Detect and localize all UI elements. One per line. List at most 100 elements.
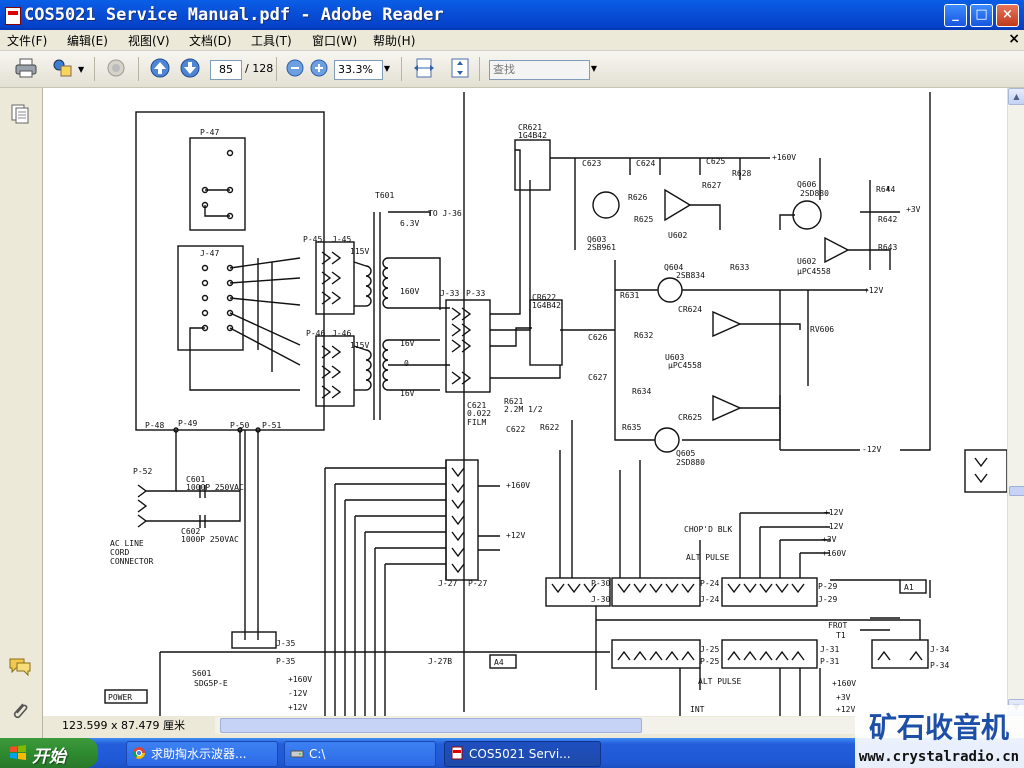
label-frot: FROT	[828, 621, 847, 630]
label-bus-minus12: -12V	[824, 522, 843, 531]
print-icon[interactable]	[14, 57, 38, 79]
fit-page-icon[interactable]	[448, 57, 472, 79]
previous-page-icon[interactable]	[148, 57, 172, 79]
label-j31: J-31	[820, 645, 839, 654]
taskbar-item-label: 求助掏水示波器...	[151, 747, 247, 761]
label-p46: P-46	[306, 329, 325, 338]
label-j35: J-35	[276, 639, 295, 648]
label-j47: J-47	[200, 249, 219, 258]
label-j35-minus12: -12V	[288, 689, 307, 698]
maximize-button[interactable]: □	[970, 4, 993, 27]
taskbar-item-adobe-reader[interactable]: COS5021 Servi...	[444, 741, 601, 767]
comments-icon[interactable]	[8, 656, 32, 678]
menu-window[interactable]: 窗口(W)	[312, 32, 357, 49]
label-to-j36: TO J-36	[428, 209, 462, 218]
label-chopd: CHOP'D BLK	[684, 525, 732, 534]
label-160-bus: +160V	[506, 481, 530, 490]
label-p51: P-51	[262, 421, 281, 430]
menu-document[interactable]: 文档(D)	[189, 32, 232, 49]
label-r643: R643	[878, 243, 897, 252]
label-r635: R635	[622, 423, 641, 432]
toolbar-separator	[401, 57, 402, 81]
label-ac-line: AC LINE	[110, 539, 144, 548]
title-bar[interactable]: COS5021 Service Manual.pdf - Adobe Reade…	[0, 0, 1024, 30]
menu-tools[interactable]: 工具(T)	[251, 32, 292, 49]
label-out-plus12: +12V	[836, 705, 855, 714]
document-viewport[interactable]: P-47 J-47 T601 TO J-36 6.3V P-45 J-45 P-…	[43, 88, 1007, 716]
sign-icon[interactable]	[104, 57, 128, 79]
label-q606-value: 2SD880	[800, 189, 829, 198]
page-number-input[interactable]: 85	[210, 60, 242, 80]
page-total: / 128	[245, 62, 274, 75]
label-p49: P-49	[178, 419, 197, 428]
menu-edit[interactable]: 编辑(E)	[67, 32, 108, 49]
find-input[interactable]: 查找	[489, 60, 590, 80]
menu-help[interactable]: 帮助(H)	[373, 32, 415, 49]
horizontal-scroll-thumb[interactable]	[220, 718, 642, 733]
label-p31: P-31	[820, 657, 839, 666]
minimize-button[interactable]: _	[944, 4, 967, 27]
chrome-icon	[132, 747, 145, 759]
attachment-icon[interactable]	[10, 700, 30, 722]
label-p50: P-50	[230, 421, 249, 430]
zoom-dropdown-icon[interactable]: ▼	[382, 60, 392, 78]
crystalradio-watermark-logo: 矿石收音机 www.crystalradio.cn	[855, 705, 1024, 768]
label-out-plus3: +3V	[836, 693, 851, 702]
zoom-out-icon[interactable]	[284, 57, 308, 79]
vertical-scrollbar[interactable]: ▲ ▼	[1007, 88, 1024, 716]
label-plus12: +12V	[864, 286, 883, 295]
label-j30: J-30	[591, 595, 610, 604]
menu-file[interactable]: 文件(F)	[7, 32, 47, 49]
toolbar-separator	[276, 57, 277, 81]
toolbar-separator	[479, 57, 480, 81]
label-q605: Q605	[676, 449, 695, 458]
label-c626: C626	[588, 333, 607, 342]
label-cr625: CR625	[678, 413, 702, 422]
label-r632: R632	[634, 331, 653, 340]
next-page-icon[interactable]	[178, 57, 202, 79]
label-c622: C622	[506, 425, 525, 434]
label-int: INT	[690, 705, 705, 714]
label-c627: C627	[588, 373, 607, 382]
label-r634: R634	[632, 387, 651, 396]
label-out-plus160: +160V	[832, 679, 856, 688]
label-p45: P-45	[303, 235, 322, 244]
label-q603-value: 2SB961	[587, 243, 616, 252]
menu-view[interactable]: 视图(V)	[128, 32, 170, 49]
document-close-button[interactable]: ×	[1008, 31, 1020, 47]
find-dropdown-icon[interactable]: ▼	[589, 60, 599, 78]
scroll-up-icon[interactable]: ▲	[1008, 88, 1024, 105]
toolbar: ▼ 85 / 128 33.3% ▼ 查找 ▼	[0, 51, 1024, 88]
label-12-bus: +12V	[506, 531, 525, 540]
vertical-scroll-thumb[interactable]	[1009, 486, 1024, 496]
watermark-title: 矿石收音机	[869, 711, 1009, 744]
label-j29: J-29	[818, 595, 837, 604]
label-160v: 160V	[400, 287, 419, 296]
label-j35-plus12: +12V	[288, 703, 307, 712]
label-r642: R642	[878, 215, 897, 224]
pages-panel-icon[interactable]	[9, 102, 31, 124]
start-button[interactable]: 开始	[0, 738, 98, 768]
zoom-level-field[interactable]: 33.3%	[334, 60, 383, 80]
label-c602-value: 1000P 250VAC	[181, 535, 239, 544]
label-power: POWER	[108, 693, 132, 702]
collaborate-dropdown-icon[interactable]: ▼	[78, 65, 84, 74]
fit-width-icon[interactable]	[412, 57, 436, 79]
label-c621-value: 0.022	[467, 409, 491, 418]
zoom-in-icon[interactable]	[308, 57, 332, 79]
taskbar-item-explorer[interactable]: C:\	[284, 741, 436, 767]
label-a1: A1	[904, 583, 914, 592]
label-p52: P-52	[133, 467, 152, 476]
drive-icon	[290, 750, 304, 758]
schematic-diagram: P-47 J-47 T601 TO J-36 6.3V P-45 J-45 P-…	[104, 92, 1007, 716]
label-s601: S601	[192, 669, 211, 678]
label-plus3: +3V	[906, 205, 921, 214]
label-j27: J-27	[438, 579, 457, 588]
label-r627: R627	[702, 181, 721, 190]
label-j25: J-25	[700, 645, 719, 654]
label-j34: J-34	[930, 645, 949, 654]
close-button[interactable]: ×	[996, 4, 1019, 27]
taskbar-item-browser[interactable]: 求助掏水示波器...	[126, 741, 278, 767]
collaborate-icon[interactable]	[50, 57, 74, 79]
navigation-pane	[0, 88, 43, 738]
